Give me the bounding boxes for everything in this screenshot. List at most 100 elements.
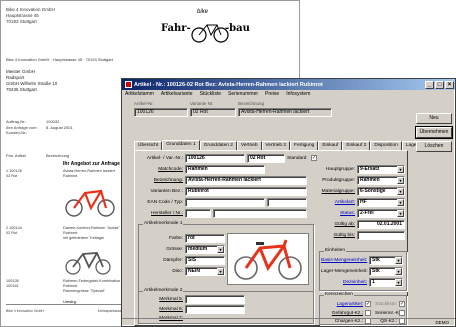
lager-mengeneinheit-select[interactable]: Stk ▾ bbox=[369, 267, 403, 276]
merkmal-6-field[interactable] bbox=[185, 305, 245, 314]
window-title: Artikel - Nr.: 100126-02 Rot Bez: Avista… bbox=[134, 81, 323, 88]
column-header-position: Pos. Artikel bbox=[6, 153, 27, 158]
header-label-bezeichnung: Bezeichnung bbox=[238, 101, 265, 106]
stueckliste-checkbox[interactable]: ✓ bbox=[399, 301, 405, 307]
hauptgruppe-select[interactable]: 9-Ersatz ▾ bbox=[357, 165, 405, 174]
menu-infosystem[interactable]: Infosystem bbox=[286, 91, 310, 97]
gefahrgut-label: Gefahrgut-Kz.: bbox=[331, 311, 363, 316]
item-line: 100161 bbox=[6, 284, 19, 288]
sender-address: Bike 4 Innovation GmbH Hauptstrasse 45 7… bbox=[6, 7, 55, 25]
tab-einkauf-2[interactable]: Einkauf 2 bbox=[342, 141, 371, 150]
menu-artikelvariante[interactable]: Artikelvariante bbox=[161, 91, 193, 97]
close-icon[interactable]: × bbox=[445, 80, 454, 89]
tab-grunddaten-1[interactable]: Grunddaten 1 bbox=[162, 140, 200, 150]
tab-vertrieb-2[interactable]: Vertrieb 2 bbox=[261, 141, 291, 150]
daempfer-label: Dämpfer: bbox=[163, 258, 183, 263]
farbe-field[interactable]: rot bbox=[185, 234, 225, 243]
materialgruppe-label: Materialgruppe: bbox=[321, 189, 355, 194]
ean-label: EAN Code / Typ: bbox=[147, 200, 183, 205]
standard-checkbox[interactable]: ✓ bbox=[311, 155, 317, 161]
maximize-icon[interactable]: □ bbox=[435, 80, 444, 89]
produktgruppe-label: Produktgruppe: bbox=[322, 178, 355, 183]
groesse-select[interactable]: medium ▾ bbox=[185, 245, 225, 254]
header-artikel-field: 100126 bbox=[134, 108, 188, 117]
meta-labels: Auftrag-Nr.: Ihre Anfrage vom: Kunden-Nr… bbox=[6, 119, 38, 136]
tab-uebersicht[interactable]: Übersicht bbox=[134, 141, 163, 150]
menu-artikelstamm[interactable]: Artikelstamm bbox=[125, 91, 154, 97]
dezeinheit-select[interactable]: 1 ▾ bbox=[369, 278, 403, 287]
bike-frame-image bbox=[65, 189, 115, 217]
chevron-down-icon[interactable]: ▾ bbox=[395, 279, 402, 286]
variant-field[interactable]: 02 Rot bbox=[247, 154, 285, 163]
chevron-down-icon[interactable]: ▾ bbox=[217, 268, 224, 275]
seriennr-label: Seriennr.-Kz.: bbox=[375, 311, 405, 316]
chevron-down-icon[interactable]: ▾ bbox=[397, 210, 404, 217]
header-label-artikel: Artikel-Nr. bbox=[134, 101, 154, 106]
chevron-down-icon[interactable]: ▾ bbox=[397, 199, 404, 206]
variant-bez-field[interactable]: Rubinrot bbox=[185, 187, 307, 196]
chevron-down-icon[interactable]: ▾ bbox=[397, 177, 404, 184]
materialgruppe-select[interactable]: 6-Sonstige ▾ bbox=[357, 187, 405, 196]
variant-bez-label: Varianten Bez.: bbox=[150, 189, 183, 194]
menu-serienummer[interactable]: Serienummer bbox=[228, 91, 258, 97]
status-label[interactable]: Status: bbox=[319, 211, 355, 216]
gueltig-bis-field[interactable] bbox=[357, 231, 405, 240]
bezeichnung-label: Bezeichnung: bbox=[153, 178, 183, 183]
menu-preise[interactable]: Preise bbox=[265, 91, 279, 97]
menu-bar: Artikelstamm Artikelvariante Stückliste … bbox=[122, 90, 455, 98]
tab-einkauf[interactable]: Einkauf bbox=[318, 141, 343, 150]
chevron-down-icon[interactable]: ▾ bbox=[395, 268, 402, 275]
status-select[interactable]: 2-Frei ▾ bbox=[357, 209, 405, 218]
tab-fertigung[interactable]: Fertigung bbox=[290, 141, 319, 150]
basis-mengeneinheit-label[interactable]: Basis-Mengeneinheit: bbox=[321, 258, 367, 263]
title-bar[interactable]: Artikel - Nr.: 100126-02 Rot Bez: Avista… bbox=[122, 79, 455, 90]
merkmal-5-field[interactable] bbox=[185, 295, 245, 304]
tab-grunddaten-2[interactable]: Grunddaten 2 bbox=[199, 141, 237, 150]
apply-button[interactable]: Übernehmen bbox=[415, 126, 453, 139]
artikel-label: Artikel- / Var.-Nr.: bbox=[146, 156, 183, 161]
lagerartikel-label[interactable]: Lagerartikel: bbox=[331, 302, 363, 307]
logo-text-right: -bau bbox=[225, 23, 250, 34]
produktgruppe-select[interactable]: Rahmen ▾ bbox=[357, 176, 405, 185]
disc-select[interactable]: NEIN ▾ bbox=[185, 267, 225, 276]
seriennr-checkbox[interactable] bbox=[399, 310, 405, 316]
bezeichnung-field[interactable]: Avista-Herren-Rahmen lackiert bbox=[185, 176, 307, 185]
chevron-down-icon[interactable]: ▾ bbox=[397, 166, 404, 173]
matchcode-label: Matchcode: bbox=[158, 167, 183, 172]
item-line: Rahmengrösse "Special" bbox=[63, 289, 105, 293]
tab-vertrieb[interactable]: Vertrieb bbox=[236, 141, 262, 150]
hersteller-nr-field[interactable] bbox=[213, 209, 307, 218]
lagerartikel-checkbox[interactable]: ✓ bbox=[365, 301, 371, 307]
artikel-field[interactable]: 100126 bbox=[185, 154, 245, 163]
dezeinheit-label[interactable]: Dezeinheit: bbox=[321, 280, 367, 285]
farbe-label: Farbe: bbox=[169, 236, 183, 241]
bike-frame-image bbox=[234, 239, 302, 280]
footer-column: Bike 4 Innovation GmbH bbox=[6, 309, 44, 313]
daempfer-field[interactable]: SIS bbox=[185, 256, 225, 265]
delete-button[interactable]: Löschen bbox=[416, 141, 452, 152]
ean-type-field[interactable] bbox=[267, 198, 307, 207]
hersteller-field[interactable] bbox=[185, 209, 211, 218]
ean-field[interactable] bbox=[185, 198, 265, 207]
tab-disposition[interactable]: Disposition bbox=[370, 141, 402, 150]
group-title: Kennzeichen bbox=[324, 292, 354, 297]
artikelart-label[interactable]: Artikelart: bbox=[319, 200, 355, 205]
group-title: Artikelmerkmale 2 bbox=[143, 288, 184, 293]
footer-column: Kreissparkasse bbox=[97, 309, 122, 313]
chevron-down-icon[interactable]: ▾ bbox=[217, 246, 224, 253]
menu-stueckliste[interactable]: Stückliste bbox=[200, 91, 221, 97]
sender-line: 70193 Stuttgart bbox=[6, 19, 37, 24]
disc-label: Disc: bbox=[172, 269, 183, 274]
basis-mengeneinheit-select[interactable]: Stk ▾ bbox=[369, 256, 403, 265]
minimize-icon[interactable]: _ bbox=[425, 80, 434, 89]
chevron-down-icon[interactable]: ▾ bbox=[397, 188, 404, 195]
gefahrgut-checkbox[interactable] bbox=[365, 310, 371, 316]
gueltig-ab-field[interactable]: 02.01.2001 bbox=[357, 220, 405, 229]
artikelart-select[interactable]: HF ▾ bbox=[357, 198, 405, 207]
disc-value: NEIN bbox=[188, 268, 200, 274]
new-button[interactable]: Neu bbox=[416, 113, 452, 124]
matchcode-field[interactable]: Rahmen bbox=[185, 165, 265, 174]
chevron-down-icon[interactable]: ▾ bbox=[395, 257, 402, 264]
lager-mengeneinheit-value: Stk bbox=[372, 268, 380, 274]
column-header-description: Bezeichnung bbox=[46, 153, 70, 158]
